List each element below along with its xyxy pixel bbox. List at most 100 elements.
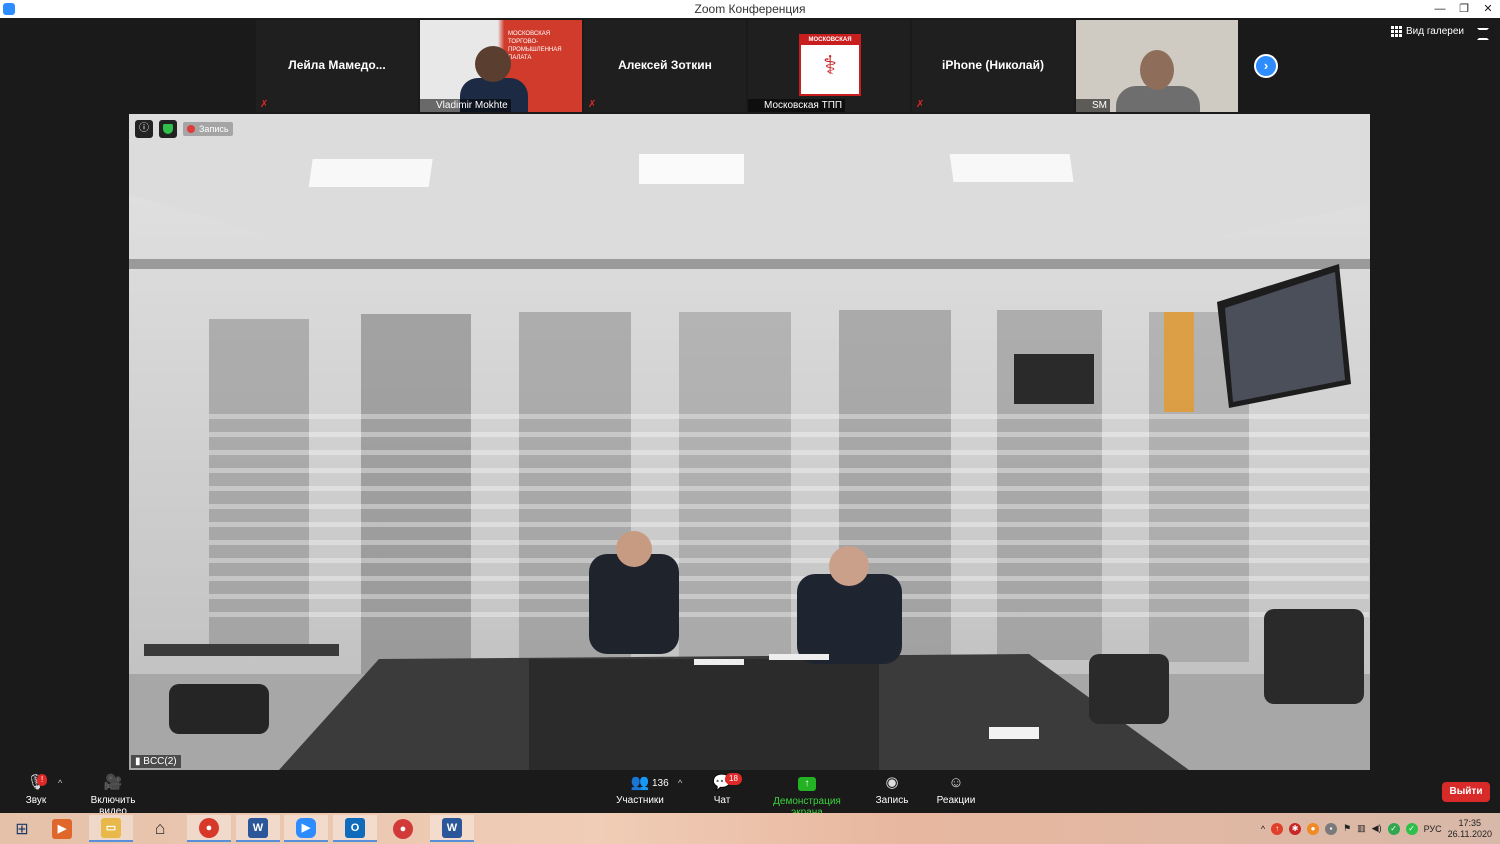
tray-app-icon[interactable]: ✓ bbox=[1387, 822, 1400, 835]
taskbar-app[interactable]: O bbox=[333, 815, 377, 842]
zoom-icon: ▶ bbox=[296, 817, 316, 838]
taskbar-app[interactable]: ▭ bbox=[89, 815, 133, 842]
camera-off-icon: 🎥 bbox=[103, 774, 123, 791]
tray-app-icon[interactable]: ▪ bbox=[1325, 822, 1338, 835]
taskbar-app[interactable]: ⌂ bbox=[138, 815, 182, 842]
recording-dot-icon bbox=[187, 125, 195, 133]
participant-name: Лейла Мамедо... bbox=[288, 58, 386, 72]
outlook-icon: O bbox=[345, 817, 365, 838]
chevron-right-icon: › bbox=[1263, 58, 1269, 73]
taskbar-app[interactable]: W bbox=[430, 815, 474, 842]
word-icon: W bbox=[248, 817, 268, 838]
gallery-view-button[interactable]: Вид галереи bbox=[1391, 26, 1464, 37]
reactions-icon: ☺ bbox=[948, 774, 964, 791]
fullscreen-icon[interactable] bbox=[1477, 28, 1489, 40]
close-button[interactable]: ✕ bbox=[1476, 0, 1500, 18]
windows-start-icon: ⊞ bbox=[15, 820, 29, 838]
participants-icon: 👥 bbox=[630, 774, 650, 791]
reactions-button[interactable]: ☺ Реакции bbox=[934, 774, 978, 806]
record-icon: ◉ bbox=[885, 774, 899, 791]
participant-video-face bbox=[1140, 50, 1174, 90]
tray-app-icon[interactable]: ✱ bbox=[1289, 822, 1302, 835]
app-icon: ● bbox=[393, 818, 413, 839]
encryption-shield-icon[interactable] bbox=[159, 120, 177, 138]
participant-name: Алексей Зоткин bbox=[618, 58, 712, 72]
share-screen-button[interactable]: ↑ Демонстрация экрана bbox=[756, 774, 858, 818]
logo-title: МОСКОВСКАЯ bbox=[801, 36, 859, 45]
info-icon[interactable]: ⓘ bbox=[135, 120, 153, 138]
participants-caret-icon[interactable]: ^ bbox=[678, 778, 682, 788]
media-player-icon: ▶ bbox=[52, 818, 72, 839]
reactions-label: Реакции bbox=[936, 795, 976, 806]
participants-count: 136 bbox=[652, 778, 669, 789]
system-clock[interactable]: 17:35 26.11.2020 bbox=[1448, 818, 1492, 840]
minimize-button[interactable]: — bbox=[1428, 0, 1452, 18]
taskbar-app[interactable]: ● bbox=[381, 815, 425, 842]
input-language[interactable]: РУС bbox=[1424, 824, 1442, 834]
participant-name: iPhone (Николай) bbox=[942, 58, 1044, 72]
leave-meeting-button[interactable]: Выйти bbox=[1442, 782, 1490, 802]
participant-video-face bbox=[475, 46, 511, 82]
flag-icon[interactable]: ⚑ bbox=[1343, 823, 1351, 834]
chat-unread-badge: 18 bbox=[725, 773, 742, 785]
tray-app-icon[interactable]: ● bbox=[1307, 822, 1320, 835]
meeting-stage: Лейла Мамедо... ✗ МОСКОВСКАЯ ТОРГОВО- ПР… bbox=[0, 18, 1500, 770]
meeting-toolbar: 🎙 Звук ! ^ 🎥 Включить видео 👥 Участники … bbox=[0, 770, 1500, 818]
window-controls: — ❐ ✕ bbox=[1428, 0, 1500, 18]
clock-time: 17:35 bbox=[1458, 817, 1482, 828]
start-video-button[interactable]: 🎥 Включить видео bbox=[76, 774, 150, 817]
windows-start-button[interactable]: ⊞ bbox=[0, 815, 44, 842]
chat-label: Чат bbox=[713, 795, 731, 806]
audio-options-caret-icon[interactable]: ^ bbox=[58, 778, 62, 788]
recording-label: Запись bbox=[199, 124, 229, 134]
next-page-button[interactable]: › bbox=[1254, 54, 1278, 78]
participant-name: SM bbox=[1076, 99, 1110, 112]
muted-mic-icon: ✗ bbox=[260, 99, 269, 110]
network-icon[interactable]: ▥ bbox=[1357, 823, 1366, 834]
window-titlebar: Zoom Конференция — ❐ ✕ bbox=[0, 0, 1500, 18]
participant-tile[interactable]: МОСКОВСКАЯ ⚕ Московская ТПП bbox=[748, 20, 910, 112]
taskbar-app[interactable]: ▶ bbox=[40, 815, 84, 842]
chrome-icon: ● bbox=[199, 817, 219, 838]
home-icon: ⌂ bbox=[154, 818, 166, 838]
grid-icon bbox=[1391, 26, 1402, 37]
system-tray: ^ ↑ ✱ ● ▪ ⚑ ▥ ◀) ✓ ✓ РУС 17:35 26.11.202… bbox=[1261, 813, 1492, 844]
participant-tile[interactable]: iPhone (Николай) ✗ bbox=[912, 20, 1074, 112]
file-explorer-icon: ▭ bbox=[101, 817, 121, 838]
participant-name: Московская ТПП bbox=[748, 99, 846, 112]
tray-overflow-icon[interactable]: ^ bbox=[1261, 824, 1265, 834]
caduceus-icon: ⚕ bbox=[822, 50, 838, 80]
participant-tile[interactable]: SM bbox=[1076, 20, 1238, 112]
audio-label: Звук bbox=[25, 795, 47, 806]
restore-button[interactable]: ❐ bbox=[1452, 0, 1476, 18]
word-icon: W bbox=[442, 817, 462, 838]
gallery-view-label: Вид галереи bbox=[1406, 26, 1464, 37]
participant-tile[interactable]: МОСКОВСКАЯ ТОРГОВО- ПРОМЫШЛЕННАЯ ПАЛАТА … bbox=[420, 20, 582, 112]
participants-label: Участники bbox=[616, 795, 664, 806]
taskbar-app[interactable]: W bbox=[236, 815, 280, 842]
taskbar-app[interactable]: ▶ bbox=[284, 815, 328, 842]
share-screen-icon: ↑ bbox=[798, 777, 816, 791]
main-speaker-video: ⓘ Запись ▮ BCC(2) bbox=[129, 114, 1370, 770]
conference-room-scene bbox=[129, 114, 1370, 770]
speaker-name-label: ▮ BCC(2) bbox=[131, 755, 181, 768]
background-sign-text: МОСКОВСКАЯ ТОРГОВО- ПРОМЫШЛЕННАЯ ПАЛАТА bbox=[508, 31, 562, 61]
muted-mic-icon: ✗ bbox=[916, 99, 925, 110]
taskbar-app[interactable]: ● bbox=[187, 815, 231, 842]
tray-app-icon[interactable]: ↑ bbox=[1271, 822, 1284, 835]
security-icon[interactable]: ✓ bbox=[1405, 822, 1418, 835]
muted-mic-icon: ✗ bbox=[588, 99, 597, 110]
window-title: Zoom Конференция bbox=[694, 2, 806, 16]
record-label: Запись bbox=[875, 795, 909, 806]
participant-tile[interactable]: Алексей Зоткин ✗ bbox=[584, 20, 746, 112]
volume-icon[interactable]: ◀) bbox=[1372, 823, 1382, 834]
clock-date: 26.11.2020 bbox=[1447, 828, 1492, 839]
audio-alert-badge: ! bbox=[37, 774, 48, 786]
recording-indicator[interactable]: Запись bbox=[183, 122, 233, 136]
participant-strip: Лейла Мамедо... ✗ МОСКОВСКАЯ ТОРГОВО- ПР… bbox=[256, 20, 1238, 112]
participant-tile[interactable]: Лейла Мамедо... ✗ bbox=[256, 20, 418, 112]
record-button[interactable]: ◉ Запись bbox=[874, 774, 910, 806]
speaker-name: BCC(2) bbox=[143, 756, 177, 767]
video-overlay-controls: ⓘ Запись bbox=[135, 120, 233, 138]
chamber-logo: МОСКОВСКАЯ ⚕ bbox=[799, 34, 861, 96]
